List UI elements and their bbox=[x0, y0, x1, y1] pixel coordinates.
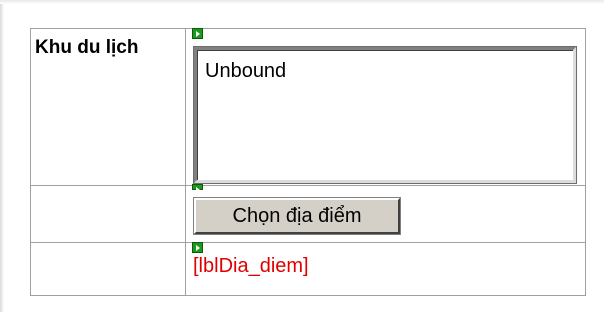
column-divider bbox=[185, 29, 186, 185]
smart-tag-anchor-icon[interactable] bbox=[192, 28, 203, 39]
layout-table: Khu du lịch Unbound Chọn địa điểm [lblDi… bbox=[30, 28, 586, 296]
column-divider bbox=[185, 186, 186, 242]
khu-du-lich-label: Khu du lịch bbox=[35, 37, 139, 58]
column-divider bbox=[185, 243, 186, 295]
textbox-value: Unbound bbox=[205, 60, 287, 82]
table-row-khu-du-lich: Khu du lịch Unbound bbox=[31, 28, 585, 186]
table-row-label: [lblDia_diem] bbox=[31, 242, 585, 295]
canvas-top-shadow bbox=[0, 0, 604, 4]
table-row-button: Chọn địa điểm bbox=[31, 184, 585, 243]
lbl-dia-diem-label[interactable]: [lblDia_diem] bbox=[193, 255, 309, 278]
chon-dia-diem-button[interactable]: Chọn địa điểm bbox=[193, 197, 401, 235]
smart-tag-anchor-icon[interactable] bbox=[192, 242, 203, 253]
khu-du-lich-textbox[interactable]: Unbound bbox=[193, 46, 577, 184]
canvas-left-shadow bbox=[0, 0, 4, 312]
smart-tag-anchor-icon[interactable] bbox=[192, 184, 203, 193]
form-designer-canvas: Khu du lịch Unbound Chọn địa điểm [lblDi… bbox=[0, 0, 604, 312]
